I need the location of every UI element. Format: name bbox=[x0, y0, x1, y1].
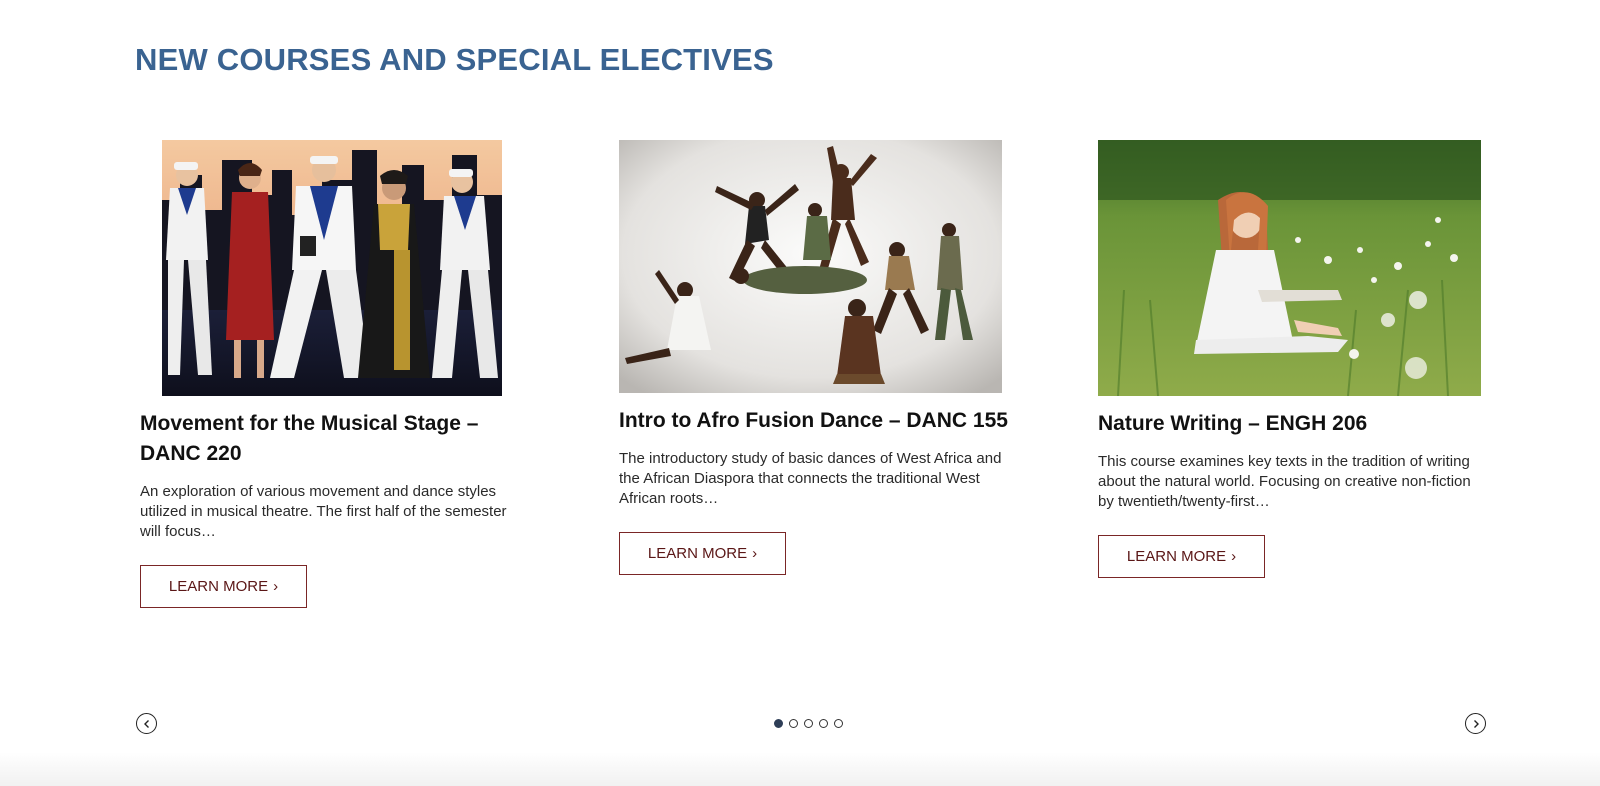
chevron-right-icon: › bbox=[273, 578, 279, 595]
carousel-dot-2[interactable] bbox=[789, 719, 798, 728]
course-description: This course examines key texts in the tr… bbox=[1098, 453, 1471, 510]
learn-more-button[interactable]: LEARN MORE › bbox=[619, 532, 786, 575]
carousel-dot-3[interactable] bbox=[804, 719, 813, 728]
course-title[interactable]: Intro to Afro Fusion Dance – DANC 155 bbox=[619, 406, 1009, 436]
carousel-pagination bbox=[774, 719, 843, 728]
button-label: LEARN MORE bbox=[1126, 548, 1227, 565]
course-title[interactable]: Movement for the Musical Stage – DANC 22… bbox=[140, 409, 530, 469]
course-description: The introductory study of basic dances o… bbox=[619, 450, 1002, 507]
course-image-musical-stage[interactable] bbox=[162, 140, 502, 396]
course-image-afro-fusion[interactable] bbox=[619, 140, 1002, 393]
chevron-left-icon bbox=[143, 719, 149, 728]
learn-more-button[interactable]: LEARN MORE › bbox=[1098, 535, 1265, 578]
course-card-movement: Movement for the Musical Stage – DANC 22… bbox=[140, 140, 530, 608]
page: NEW COURSES AND SPECIAL ELECTIVES Moveme… bbox=[0, 0, 1600, 786]
course-card-nature-writing: Nature Writing – ENGH 206 This course ex… bbox=[1098, 140, 1488, 578]
course-card-afro-fusion: Intro to Afro Fusion Dance – DANC 155 Th… bbox=[619, 140, 1009, 575]
carousel-prev-button[interactable] bbox=[136, 713, 157, 734]
carousel-dot-1[interactable] bbox=[774, 719, 783, 728]
learn-more-button[interactable]: LEARN MORE › bbox=[140, 565, 307, 608]
button-label: LEARN MORE bbox=[168, 578, 269, 595]
chevron-right-icon: › bbox=[752, 545, 758, 562]
carousel-dot-5[interactable] bbox=[834, 719, 843, 728]
button-label: LEARN MORE bbox=[647, 545, 748, 562]
carousel-dot-4[interactable] bbox=[819, 719, 828, 728]
course-image-nature-writing[interactable] bbox=[1098, 140, 1481, 396]
section-heading: NEW COURSES AND SPECIAL ELECTIVES bbox=[135, 42, 774, 77]
course-title[interactable]: Nature Writing – ENGH 206 bbox=[1098, 409, 1488, 439]
carousel-next-button[interactable] bbox=[1465, 713, 1486, 734]
footer-shadow bbox=[0, 752, 1600, 786]
course-description: An exploration of various movement and d… bbox=[140, 483, 507, 540]
chevron-right-icon bbox=[1473, 719, 1479, 728]
chevron-right-icon: › bbox=[1231, 548, 1237, 565]
